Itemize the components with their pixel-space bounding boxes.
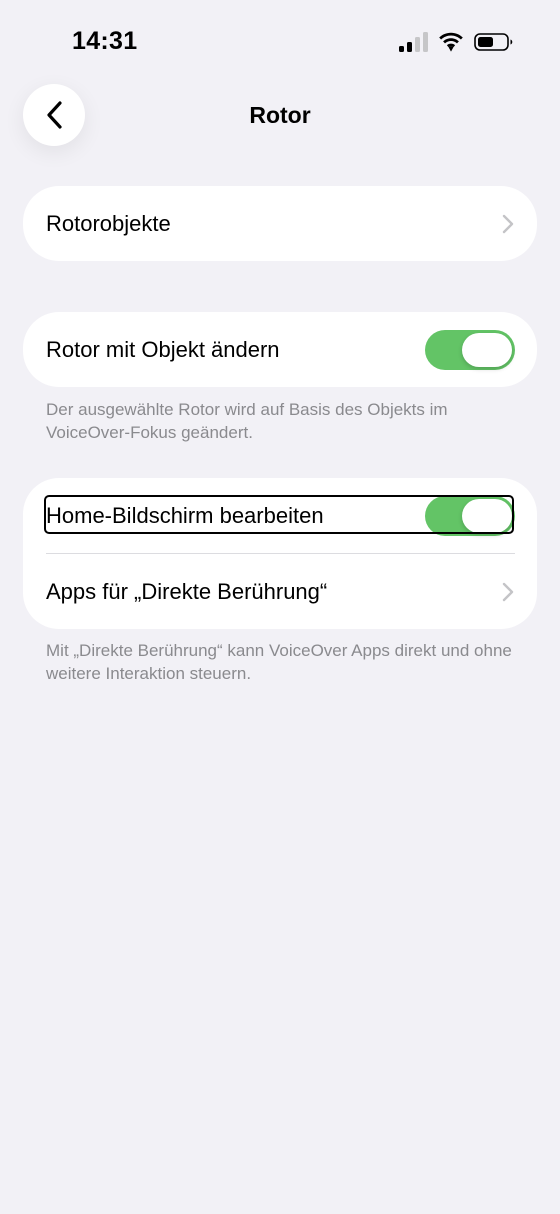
- rotor-change-with-object-label: Rotor mit Objekt ändern: [46, 336, 280, 362]
- rotor-items-row[interactable]: Rotorobjekte: [23, 186, 537, 261]
- cellular-signal-icon: [399, 32, 428, 52]
- rotor-change-with-object-row: Rotor mit Objekt ändern: [23, 312, 537, 387]
- edit-home-screen-row: Home-Bildschirm bearbeiten: [23, 478, 537, 553]
- toggle-knob: [462, 498, 512, 533]
- battery-icon: [474, 33, 513, 51]
- status-bar: 14:31: [0, 0, 560, 84]
- edit-home-screen-toggle[interactable]: [425, 495, 515, 536]
- edit-home-screen-label: Home-Bildschirm bearbeiten: [46, 502, 324, 528]
- chevron-right-icon: [501, 581, 515, 603]
- settings-group-home-screen: Home-Bildschirm bearbeiten Apps für „Dir…: [23, 478, 537, 629]
- rotor-change-with-object-toggle[interactable]: [425, 329, 515, 370]
- toggle-knob: [462, 332, 512, 367]
- direct-touch-apps-row[interactable]: Apps für „Direkte Berührung“: [23, 554, 537, 629]
- rotor-items-label: Rotorobjekte: [46, 210, 171, 236]
- settings-group-rotor-object: Rotor mit Objekt ändern: [23, 312, 537, 387]
- navigation-bar: Rotor: [0, 84, 560, 148]
- direct-touch-apps-label: Apps für „Direkte Berührung“: [46, 578, 328, 604]
- chevron-right-icon: [501, 213, 515, 235]
- wifi-icon: [439, 32, 463, 52]
- settings-group-rotor-items: Rotorobjekte: [23, 186, 537, 261]
- page-title: Rotor: [249, 102, 311, 128]
- direct-touch-footnote: Mit „Direkte Berührung“ kann VoiceOver A…: [46, 641, 512, 683]
- status-icons: [399, 30, 514, 54]
- status-time: 14:31: [72, 27, 138, 55]
- rotor-object-footnote: Der ausgewählte Rotor wird auf Basis des…: [46, 400, 448, 442]
